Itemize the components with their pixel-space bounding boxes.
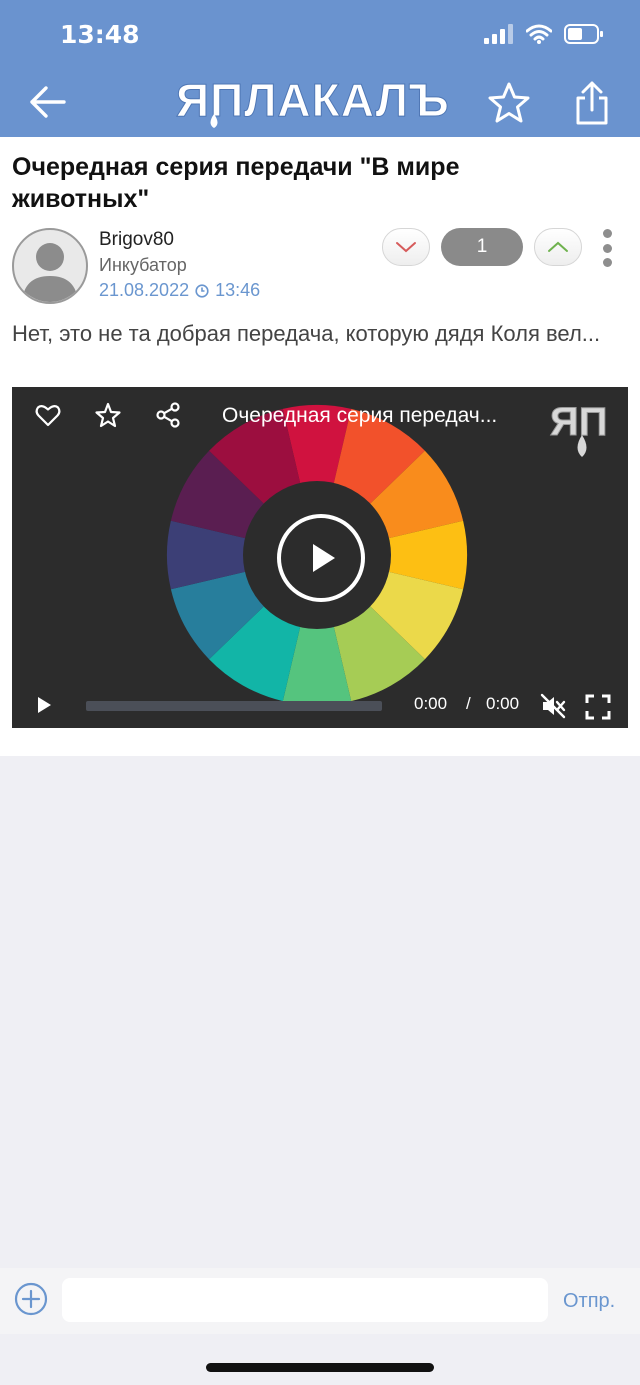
app-header: 13:48 ЯПЛАКАЛЪ	[0, 0, 640, 137]
video-watermark-logo: ЯП	[548, 397, 618, 461]
chevron-up-icon	[548, 241, 568, 252]
avatar[interactable]	[12, 228, 88, 304]
author-name[interactable]: Brigov80	[99, 229, 174, 251]
more-dot	[602, 258, 612, 267]
post-date: 21.08.2022 13:46	[99, 280, 260, 301]
video-topbar: Очередная серия передач...	[12, 387, 628, 443]
post-title: Очередная серия передачи "В мире животны…	[12, 153, 460, 213]
status-icons	[484, 24, 604, 44]
share-icon[interactable]	[570, 80, 614, 126]
author-rank: Инкубатор	[99, 255, 187, 275]
share-icon[interactable]	[154, 401, 182, 429]
send-button[interactable]: Отпр.	[563, 1290, 615, 1313]
wifi-icon	[526, 24, 552, 44]
more-options-icon[interactable]	[600, 229, 614, 267]
status-time: 13:48	[60, 20, 140, 49]
post-card: Очередная серия передачи "В мире животны…	[0, 137, 640, 756]
seek-bar[interactable]	[86, 701, 382, 711]
signal-icon	[484, 24, 513, 44]
video-player[interactable]: Очередная серия передач... ЯП 0:00 / 0:0…	[12, 387, 628, 728]
vote-up-button[interactable]	[534, 228, 582, 266]
clock-icon	[195, 283, 209, 298]
post-excerpt: Нет, это не та добрая передача, которую …	[12, 321, 601, 346]
duration: 0:00	[486, 694, 520, 713]
post-time-text: 13:46	[215, 280, 261, 300]
svg-text:ЯПЛАКАЛЪ: ЯПЛАКАЛЪ	[176, 74, 450, 126]
current-time: 0:00	[414, 694, 448, 713]
post-date-text: 21.08.2022	[99, 280, 190, 300]
vote-down-button[interactable]	[382, 228, 430, 266]
chevron-down-icon	[396, 242, 416, 253]
default-avatar-icon	[22, 243, 78, 302]
arrow-left-icon[interactable]	[26, 82, 70, 122]
video-watermark-text: ЯП	[550, 400, 608, 444]
site-logo[interactable]: ЯПЛАКАЛЪ	[176, 74, 466, 130]
comment-composer: Отпр.	[0, 1268, 640, 1334]
rating-badge: 1	[441, 228, 523, 266]
comment-input[interactable]	[62, 1278, 548, 1322]
video-controls: 0:00 / 0:00	[12, 683, 628, 728]
more-dot	[602, 243, 612, 253]
star-icon[interactable]	[94, 401, 122, 429]
play-icon[interactable]	[34, 695, 54, 715]
add-attachment-icon[interactable]	[14, 1282, 48, 1316]
fullscreen-icon[interactable]	[584, 693, 612, 721]
mute-icon[interactable]	[540, 693, 566, 719]
home-indicator	[206, 1363, 434, 1372]
time-separator: /	[466, 694, 471, 713]
play-circle-icon[interactable]	[275, 512, 367, 604]
video-title: Очередная серия передач...	[222, 404, 498, 427]
heart-icon[interactable]	[34, 401, 62, 429]
battery-icon	[564, 24, 603, 44]
star-outline-icon[interactable]	[486, 80, 532, 126]
more-dot	[602, 229, 612, 238]
